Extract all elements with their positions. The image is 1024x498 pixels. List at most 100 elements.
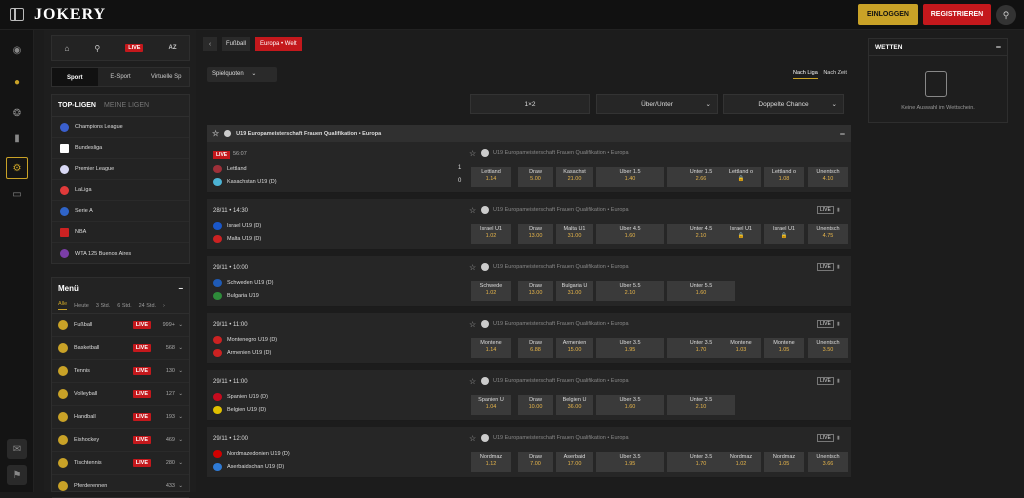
cards-icon[interactable]: ▮: [10, 131, 24, 145]
odd-button[interactable]: Unter 5.5 1.60: [667, 281, 735, 301]
odd-button[interactable]: Unentsch 4.10: [808, 167, 848, 187]
filter-3h[interactable]: 3 Std.: [96, 303, 110, 309]
market-select-over-under[interactable]: Über/Unter ⌄: [596, 94, 718, 114]
home-icon[interactable]: ⌂: [65, 44, 70, 53]
odd-button[interactable]: Kasachst 21.00: [556, 167, 593, 187]
odd-button[interactable]: Israel U1 🔒: [721, 224, 761, 244]
odd-button[interactable]: Über 1.5 1.40: [596, 167, 664, 187]
sort-by-league[interactable]: Nach Liga: [793, 70, 818, 79]
breadcrumb-europe[interactable]: Europa • Welt: [255, 37, 302, 51]
competition-header[interactable]: ☆ U19 Europameisterschaft Frauen Qualifi…: [207, 125, 851, 142]
odd-button[interactable]: Draw 10.00: [518, 395, 553, 415]
odd-button[interactable]: Lettland o 1.08: [764, 167, 804, 187]
chevron-down-icon[interactable]: ⌄: [175, 460, 183, 466]
tab-esport[interactable]: E-Sport: [98, 74, 144, 80]
dashboard-icon[interactable]: ◉: [10, 43, 24, 57]
register-button[interactable]: REGISTRIEREN: [923, 4, 991, 25]
search-icon[interactable]: ⚲: [996, 5, 1016, 25]
chevron-down-icon[interactable]: ⌄: [175, 368, 183, 374]
odd-button[interactable]: Israel U1 🔒: [764, 224, 804, 244]
tab-top-leagues[interactable]: TOP-LIGEN: [58, 102, 96, 109]
star-icon[interactable]: ☆: [469, 434, 476, 443]
filter-6h[interactable]: 6 Std.: [117, 303, 131, 309]
league-item[interactable]: Serie A: [52, 201, 189, 222]
star-icon[interactable]: ☆: [469, 149, 476, 158]
league-item[interactable]: Bundesliga: [52, 138, 189, 159]
odd-button[interactable]: Unentsch 4.75: [808, 224, 848, 244]
match-row[interactable]: 28/11 • 14:30 LIVE ▮ Israel U19 (D) Malta U1…: [207, 199, 851, 250]
league-item[interactable]: NBA: [52, 222, 189, 243]
star-icon[interactable]: ☆: [212, 129, 219, 138]
virtual-icon[interactable]: ▭: [10, 187, 24, 201]
league-item[interactable]: LaLiga: [52, 180, 189, 201]
league-item[interactable]: WTA 125 Buenos Aires: [52, 243, 189, 264]
sport-item[interactable]: Handball LIVE 193 ⌄: [52, 406, 189, 429]
odd-button[interactable]: Montene 1.03: [721, 338, 761, 358]
breadcrumb-football[interactable]: Fußball: [222, 37, 251, 51]
search-icon[interactable]: ⚲: [94, 44, 100, 53]
chevron-down-icon[interactable]: ⌄: [175, 345, 183, 351]
tab-virtual[interactable]: Virtuelle Sp: [143, 74, 189, 80]
tab-sport[interactable]: Sport: [52, 68, 98, 86]
live-button[interactable]: LIVE: [125, 44, 144, 52]
odd-button[interactable]: Spanien U 1.04: [471, 395, 511, 415]
odd-button[interactable]: Belgien U 36.00: [556, 395, 593, 415]
tab-my-leagues[interactable]: MEINE LIGEN: [104, 102, 149, 109]
sport-item[interactable]: Pferderennen 433 ⌄: [52, 475, 189, 498]
odd-button[interactable]: Draw 13.00: [518, 281, 553, 301]
chevron-down-icon[interactable]: ⌄: [175, 483, 183, 489]
sport-item[interactable]: Eishockey LIVE 469 ⌄: [52, 429, 189, 452]
chat-icon[interactable]: ✉: [7, 439, 27, 459]
chevron-down-icon[interactable]: ⌄: [175, 391, 183, 397]
sports-icon[interactable]: ⚙: [6, 157, 28, 179]
odd-button[interactable]: Draw 13.00: [518, 224, 553, 244]
sidebar-toggle-icon[interactable]: [10, 8, 24, 21]
odd-button[interactable]: Draw 5.00: [518, 167, 553, 187]
chevron-down-icon[interactable]: ⌄: [175, 322, 183, 328]
back-icon[interactable]: ‹: [203, 37, 217, 51]
match-row[interactable]: 29/11 • 12:00 LIVE ▮ Nordmazedonien U19 (D)…: [207, 427, 851, 478]
odds-view-select[interactable]: Spielquoten ⌄: [207, 67, 277, 82]
odd-button[interactable]: Aserbaid 17.00: [556, 452, 593, 472]
filter-all[interactable]: Alle: [58, 301, 68, 310]
match-row[interactable]: 29/11 • 11:00 LIVE ▮ Montenegro U19 (D) Arme…: [207, 313, 851, 364]
trophy-icon[interactable]: ●: [10, 75, 24, 89]
odd-button[interactable]: Über 3.5 1.95: [596, 452, 664, 472]
star-icon[interactable]: ☆: [469, 263, 476, 272]
odd-button[interactable]: Draw 7.00: [518, 452, 553, 472]
filter-24h[interactable]: 24 Std.: [139, 303, 156, 309]
sport-item[interactable]: Basketball LIVE 568 ⌄: [52, 337, 189, 360]
star-icon[interactable]: ☆: [469, 320, 476, 329]
chevron-down-icon[interactable]: ⌄: [175, 414, 183, 420]
odd-button[interactable]: Schwede 1.02: [471, 281, 511, 301]
collapse-icon[interactable]: −: [178, 284, 183, 293]
odd-button[interactable]: Über 4.5 1.60: [596, 224, 664, 244]
sport-item[interactable]: Tischtennis LIVE 280 ⌄: [52, 452, 189, 475]
odd-button[interactable]: Über 3.5 1.60: [596, 395, 664, 415]
language-flag-icon[interactable]: ⚑: [7, 465, 27, 485]
odd-button[interactable]: Nordmaz 1.12: [471, 452, 511, 472]
match-row[interactable]: LIVE 56:07 Lettland Kasachstan U19 (D) 1 0 ☆ U1…: [207, 142, 851, 193]
odd-button[interactable]: Über 5.5 2.10: [596, 281, 664, 301]
star-icon[interactable]: ☆: [469, 206, 476, 215]
collapse-icon[interactable]: −: [996, 42, 1001, 52]
az-button[interactable]: AZ: [168, 45, 176, 51]
star-icon[interactable]: ☆: [469, 377, 476, 386]
sport-item[interactable]: Tennis LIVE 130 ⌄: [52, 360, 189, 383]
sort-by-time[interactable]: Nach Zeit: [823, 70, 847, 76]
odd-button[interactable]: Unter 3.5 2.10: [667, 395, 735, 415]
login-button[interactable]: EINLOGGEN: [858, 4, 918, 25]
match-row[interactable]: 29/11 • 11:00 LIVE ▮ Spanien U19 (D) Belgien…: [207, 370, 851, 421]
odd-button[interactable]: Unentsch 3.50: [808, 338, 848, 358]
chevron-right-icon[interactable]: ›: [163, 303, 165, 309]
sport-item[interactable]: Fußball LIVE 999+ ⌄: [52, 314, 189, 337]
odd-button[interactable]: Unentsch 3.66: [808, 452, 848, 472]
odd-button[interactable]: Armenien 15.00: [556, 338, 593, 358]
odd-button[interactable]: Über 3.5 1.95: [596, 338, 664, 358]
sport-item[interactable]: Volleyball LIVE 127 ⌄: [52, 383, 189, 406]
odd-button[interactable]: Nordmaz 1.02: [721, 452, 761, 472]
match-row[interactable]: 29/11 • 10:00 LIVE ▮ Schweden U19 (D) Bulgar…: [207, 256, 851, 307]
odd-button[interactable]: Israel U1 1.02: [471, 224, 511, 244]
chevron-down-icon[interactable]: ⌄: [175, 437, 183, 443]
collapse-icon[interactable]: −: [840, 129, 845, 139]
